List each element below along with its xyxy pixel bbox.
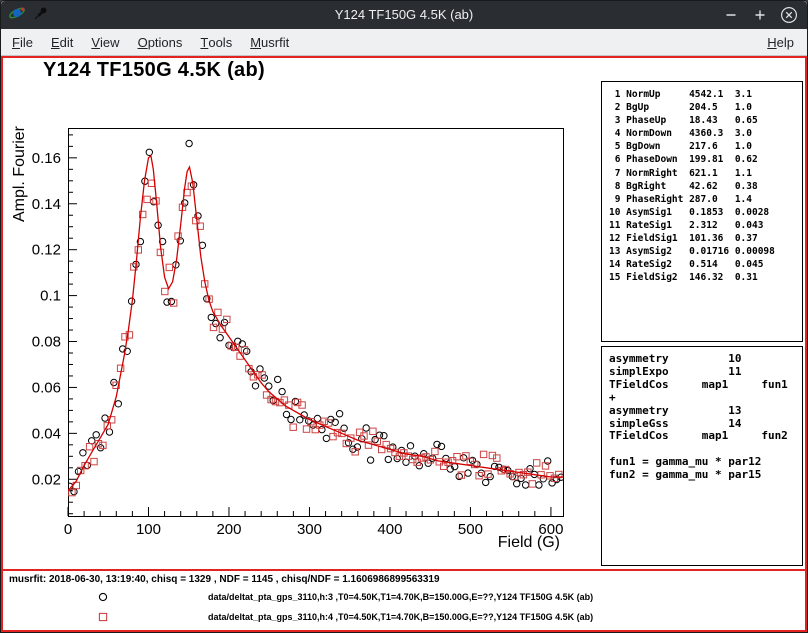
y-tick-label: 0.02: [32, 471, 61, 488]
x-tick-label: 300: [297, 521, 322, 538]
menu-help[interactable]: Help: [758, 29, 803, 55]
data-series-circles: [66, 140, 564, 495]
titlebar[interactable]: Y124 TF150G 4.5K (ab): [1, 1, 807, 29]
fit-parameters-text: 1 NormUp 4542.1 3.1 2 BgUp 204.5 1.0 3 P…: [602, 82, 802, 284]
menu-file[interactable]: File: [3, 29, 42, 55]
menu-edit[interactable]: Edit: [42, 29, 82, 55]
x-tick-label: 100: [136, 521, 161, 538]
fourier-amplitude-plot[interactable]: 0.02 0.04 0.06 0.08 0.1 0.12 0.14 0.16 0 100 200 30…: [3, 58, 603, 570]
menu-options[interactable]: Options: [129, 29, 192, 55]
y-tick-label: 0.04: [32, 425, 61, 442]
fit-parameters-box: 1 NormUp 4542.1 3.1 2 BgUp 204.5 1.0 3 P…: [601, 81, 803, 342]
app-window: Y124 TF150G 4.5K (ab) FileEditViewOption…: [0, 0, 808, 633]
close-icon[interactable]: [780, 6, 798, 24]
y-axis-title: Ampl. Fourier: [11, 125, 28, 222]
axes-ticks: [68, 135, 551, 516]
y-tick-label: 0.06: [32, 379, 61, 396]
maximize-icon[interactable]: [751, 6, 769, 24]
legend-row-h3: data/deltat_pta_gps_3110,h:3 ,T0=4.50K,T…: [3, 589, 805, 605]
app-icon: [8, 4, 26, 27]
legend-row-h4: data/deltat_pta_gps_3110,h:4 ,T0=4.50K,T…: [3, 609, 805, 625]
y-tick-label: 0.1: [40, 288, 61, 305]
legend-label-h4: data/deltat_pta_gps_3110,h:4 ,T0=4.50K,T…: [208, 612, 593, 622]
theory-box: asymmetry 10 simplExpo 11 TFieldCos map1…: [601, 346, 803, 566]
theory-text: asymmetry 10 simplExpo 11 TFieldCos map1…: [602, 347, 802, 482]
menu-tools[interactable]: Tools: [191, 29, 241, 55]
x-axis-title: Field (G): [498, 534, 560, 551]
pad-divider: [3, 569, 805, 571]
x-tick-label: 500: [458, 521, 483, 538]
legend-label-h3: data/deltat_pta_gps_3110,h:3 ,T0=4.50K,T…: [208, 592, 593, 602]
data-series-squares: [69, 180, 562, 496]
x-tick-label: 400: [377, 521, 402, 538]
root-canvas[interactable]: Y124 TF150G 4.5K (ab) 0.020.040.060.080.…: [1, 56, 807, 632]
fit-line: [68, 156, 563, 491]
menubar-right: Help: [758, 29, 807, 55]
y-tick-label: 0.16: [32, 150, 61, 167]
pin-icon[interactable]: [33, 5, 49, 26]
x-tick-label: 0: [64, 521, 72, 538]
x-tick-label: 200: [216, 521, 241, 538]
minimize-icon[interactable]: [722, 6, 740, 24]
y-tick-label: 0.08: [32, 334, 61, 351]
window-title: Y124 TF150G 4.5K (ab): [1, 1, 807, 29]
menubar: FileEditViewOptionsToolsMusrfit Help: [1, 29, 807, 56]
legend-circle-marker-icon: [95, 589, 111, 605]
menu-view[interactable]: View: [82, 29, 128, 55]
fit-stats: musrfit: 2018-06-30, 13:19:40, chisq = 1…: [9, 574, 440, 585]
y-tick-label: 0.12: [32, 242, 61, 259]
y-tick-label: 0.14: [32, 196, 61, 213]
menu-musrfit[interactable]: Musrfit: [241, 29, 298, 55]
menubar-left: FileEditViewOptionsToolsMusrfit: [1, 29, 298, 55]
legend-square-marker-icon: [95, 609, 111, 625]
